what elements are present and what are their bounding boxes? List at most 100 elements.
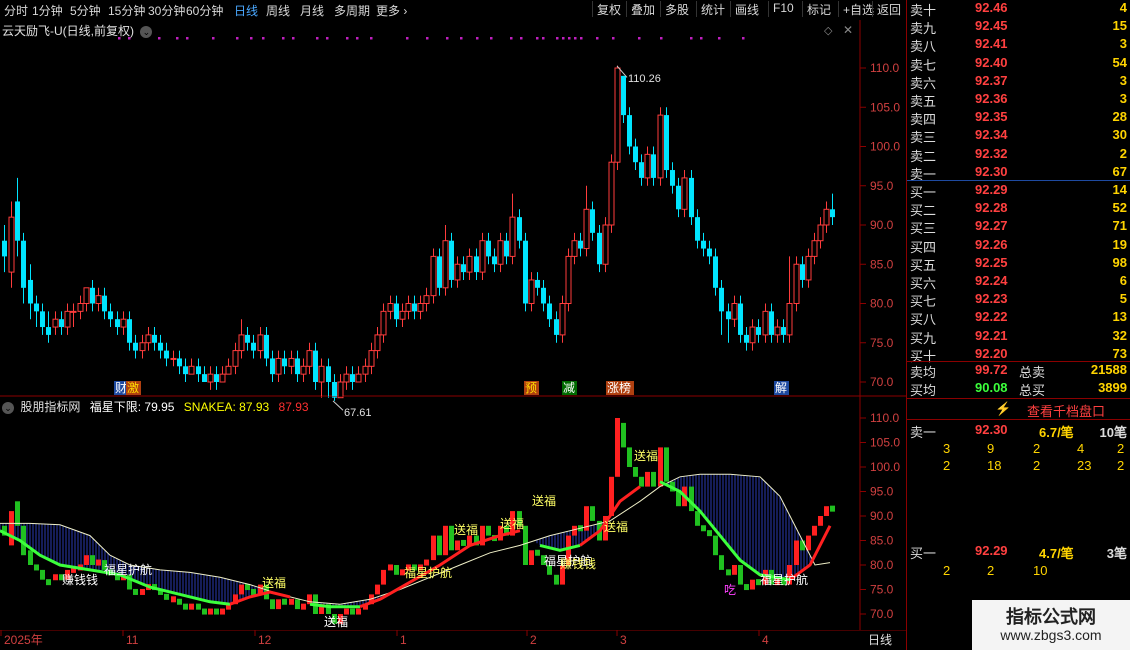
period-3[interactable]: 15分钟 — [108, 2, 145, 19]
ask-level[interactable]: 卖一 92.30 67 — [907, 163, 1130, 182]
period-6[interactable]: 日线 — [234, 2, 258, 19]
candle-body — [466, 255, 473, 273]
candle-body — [313, 350, 318, 382]
event-tag[interactable]: 激 — [127, 381, 139, 395]
bid-level[interactable]: 买九 92.21 32 — [907, 327, 1130, 346]
chevron-down-icon[interactable]: ⌄ — [140, 26, 153, 38]
event-tag[interactable]: 涨榜 — [607, 380, 631, 395]
ask-level[interactable]: 卖二 92.32 2 — [907, 145, 1130, 164]
ask-level[interactable]: 卖六 92.37 3 — [907, 72, 1130, 91]
bid-level[interactable]: 买三 92.27 71 — [907, 217, 1130, 237]
candle-body — [474, 256, 479, 273]
action-6[interactable]: 标记 — [802, 1, 835, 17]
trend-line — [539, 543, 581, 552]
candle-body — [83, 287, 90, 304]
period-8[interactable]: 月线 — [300, 2, 324, 19]
bid-level[interactable]: 买六 92.24 6 — [907, 272, 1130, 291]
chevron-down-icon[interactable]: ⌄ — [2, 402, 14, 414]
signal-dot — [536, 37, 539, 40]
signal-dot — [660, 37, 663, 40]
candlestick-chart[interactable]: 110.0105.0100.095.090.085.080.075.070.0 … — [0, 20, 906, 416]
candle-body — [670, 170, 675, 186]
action-8[interactable]: 返回 — [872, 1, 905, 17]
candle-body — [257, 334, 264, 352]
period-5[interactable]: 60分钟 — [186, 2, 223, 19]
bid-level[interactable]: 买二 92.28 52 — [907, 199, 1130, 218]
candle-body — [164, 350, 169, 359]
period-9[interactable]: 多周期 — [334, 2, 370, 19]
candle-body — [554, 319, 559, 335]
candle-body — [70, 310, 77, 313]
action-3[interactable]: 统计 — [696, 1, 729, 17]
ask-level[interactable]: 卖九 92.45 15 — [907, 17, 1130, 36]
signal-dot — [356, 37, 359, 40]
ask-level[interactable]: 卖四 92.35 28 — [907, 108, 1130, 127]
ask-level[interactable]: 卖八 92.41 3 — [907, 35, 1130, 54]
indicator-bar — [133, 588, 138, 595]
indicator-bar — [529, 550, 534, 565]
candle-body — [535, 279, 540, 288]
level1-summary[interactable]: 卖一 92.30 6.7/笔 10笔 — [907, 421, 1130, 440]
signal-dot — [346, 37, 349, 40]
bid-level[interactable]: 买四 92.26 19 — [907, 236, 1130, 255]
level-name: 买三 — [910, 221, 937, 237]
ask-level[interactable]: 卖五 92.36 3 — [907, 90, 1130, 109]
close-icon[interactable]: ✕ — [843, 23, 853, 37]
level-volume: 4 — [1119, 0, 1127, 15]
period-2[interactable]: 5分钟 — [70, 2, 101, 19]
signal-dot — [212, 37, 215, 40]
ask-level[interactable]: 卖七 92.40 54 — [907, 54, 1130, 73]
ask-level[interactable]: 卖三 92.34 30 — [907, 126, 1130, 145]
ask-level[interactable]: 卖十 92.46 4 — [907, 0, 1130, 18]
indicator-bar — [830, 505, 835, 512]
depth-button[interactable]: ⚡ 查看千档盘口 — [907, 399, 1130, 419]
candle-body — [633, 146, 638, 163]
candle-body — [245, 334, 250, 343]
indicator-bar — [214, 608, 219, 615]
event-tag[interactable]: 财 — [115, 381, 127, 395]
indicator-bar — [627, 447, 632, 467]
period-7[interactable]: 周线 — [266, 2, 290, 19]
candle-body — [602, 224, 609, 265]
period-10[interactable]: 更多 › — [376, 2, 407, 19]
level-price: 92.22 — [975, 309, 1008, 325]
time-label: 12 — [258, 633, 272, 647]
level-volume: 32 — [1112, 327, 1127, 343]
candle-body — [306, 350, 313, 367]
period-1[interactable]: 1分钟 — [32, 2, 63, 19]
candle-body — [793, 263, 800, 304]
average-row: 卖均 99.72 总卖 21588 — [910, 362, 1127, 380]
period-0[interactable]: 分时 — [4, 2, 28, 19]
event-tag[interactable]: 预 — [525, 381, 537, 395]
candle-body — [762, 310, 769, 336]
bid-level[interactable]: 买八 92.22 13 — [907, 308, 1130, 327]
event-tag[interactable]: 减 — [563, 381, 575, 395]
indicator-chart[interactable]: 110.0105.0100.095.090.085.080.075.070.0 … — [0, 396, 906, 630]
action-5[interactable]: F10 — [768, 1, 798, 17]
action-4[interactable]: 画线 — [730, 1, 763, 17]
action-1[interactable]: 叠加 — [626, 1, 659, 17]
candle-body — [578, 240, 583, 249]
diamond-icon[interactable]: ◇ — [824, 25, 833, 37]
level1-summary[interactable]: 买一 92.29 4.7/笔 3笔 — [907, 542, 1130, 561]
signal-annotation: 送福 — [604, 519, 628, 534]
bid-level[interactable]: 买五 92.25 98 — [907, 254, 1130, 273]
y-tick-label: 105.0 — [870, 436, 900, 450]
candle-body — [664, 115, 669, 171]
event-tag[interactable]: 解 — [775, 381, 787, 395]
candle-body — [547, 303, 552, 320]
level-name: 卖五 — [910, 94, 937, 109]
bid-level[interactable]: 买七 92.23 5 — [907, 290, 1130, 309]
candle-body — [28, 279, 33, 304]
candle-body — [145, 334, 152, 344]
candle-body — [368, 350, 375, 367]
level-volume: 5 — [1119, 291, 1127, 307]
period-4[interactable]: 30分钟 — [148, 2, 185, 19]
candle-body — [232, 350, 239, 367]
action-0[interactable]: 复权 — [592, 1, 625, 17]
candle-body — [2, 240, 7, 257]
indicator-bar — [713, 535, 718, 556]
bid-level[interactable]: 买一 92.29 14 — [907, 181, 1130, 200]
action-2[interactable]: 多股 — [660, 1, 693, 17]
indicator-name: 股朋指标网 — [20, 400, 81, 414]
